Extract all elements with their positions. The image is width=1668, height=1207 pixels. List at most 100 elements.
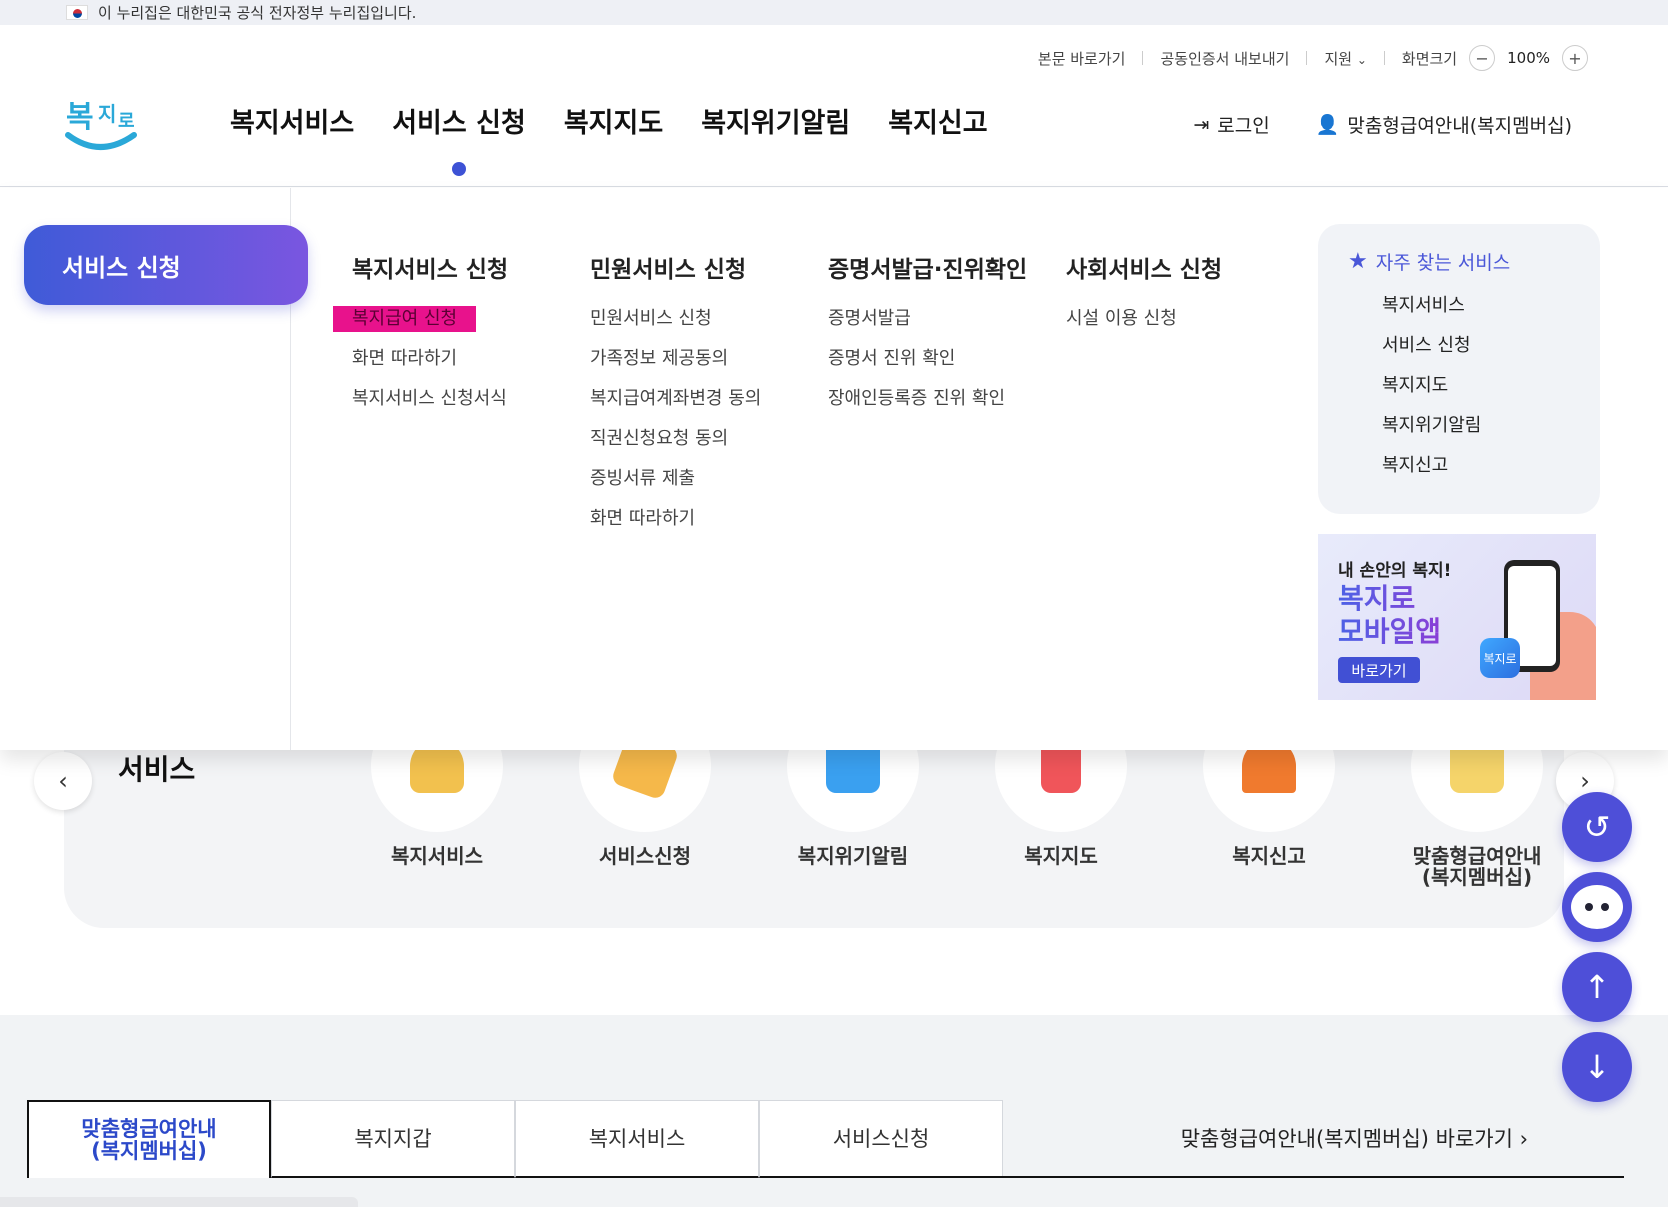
user-plus-icon: 👤 xyxy=(1315,114,1340,136)
recent-history-button[interactable]: ↺ xyxy=(1562,792,1632,862)
gnb-welfare-map[interactable]: 복지지도 xyxy=(564,101,663,140)
menu-column-title[interactable]: 민원서비스 신청 xyxy=(590,250,761,284)
login-label: 로그인 xyxy=(1217,115,1270,137)
favorite-link[interactable]: 복지서비스 xyxy=(1348,291,1600,331)
scroll-top-button[interactable]: ↑ xyxy=(1562,952,1632,1022)
divider xyxy=(1002,1176,1624,1178)
divider xyxy=(1383,51,1385,65)
menu-column-social-service: 사회서비스 신청 시설 이용 신청 xyxy=(1066,250,1222,346)
membership-shortcut-link[interactable]: 맞춤형급여안내(복지멤버십) 바로가기 › xyxy=(1181,1123,1528,1153)
svg-text:로: 로 xyxy=(118,111,135,132)
banner-go-button[interactable]: 바로가기 xyxy=(1338,657,1420,683)
banner-title: 복지로 모바일앱 xyxy=(1338,582,1441,648)
quick-item-label: 복지신고 xyxy=(1232,844,1306,868)
status-bar xyxy=(0,1197,358,1207)
cert-export-link[interactable]: 공동인증서 내보내기 xyxy=(1160,48,1289,69)
svg-text:지: 지 xyxy=(98,102,116,126)
banner-subtitle: 내 손안의 복지! xyxy=(1338,561,1452,581)
support-label: 지원 xyxy=(1324,49,1353,68)
menu-column-welfare-apply: 복지서비스 신청 복지급여 신청 화면 따라하기 복지서비스 신청서식 xyxy=(333,250,508,426)
banner-title-line: 모바일앱 xyxy=(1338,615,1442,648)
menu-column-title[interactable]: 복지서비스 신청 xyxy=(352,250,508,284)
menu-link[interactable]: 직권신청요청 동의 xyxy=(590,426,761,466)
quick-service-title: 서비스 xyxy=(118,753,196,786)
category-service-apply[interactable]: 서비스 신청 xyxy=(24,225,308,305)
favorite-link[interactable]: 복지위기알림 xyxy=(1348,411,1600,451)
login-icon: ⇥ xyxy=(1193,113,1210,136)
favorite-services-title: ★ 자주 찾는 서비스 xyxy=(1348,248,1600,275)
skip-to-content-link[interactable]: 본문 바로가기 xyxy=(1038,48,1126,69)
menu-link[interactable]: 화면 따라하기 xyxy=(352,346,508,386)
login-button[interactable]: ⇥ 로그인 xyxy=(1193,111,1269,138)
gnb-welfare-service[interactable]: 복지서비스 xyxy=(230,101,354,140)
menu-link-label: 복지급여 신청 xyxy=(333,306,477,332)
menu-column-title[interactable]: 증명서발급·진위확인 xyxy=(828,250,1027,284)
menu-link[interactable]: 시설 이용 신청 xyxy=(1066,306,1222,346)
membership-label: 맞춤형급여안내(복지멤버십) xyxy=(1347,115,1572,137)
global-nav: 복지서비스 서비스 신청 복지지도 복지위기알림 복지신고 xyxy=(230,101,988,176)
bokjiro-logo[interactable]: 복 지 로 xyxy=(62,85,140,157)
divider xyxy=(1306,51,1308,65)
divider xyxy=(1142,51,1144,65)
menu-link[interactable]: 복지급여계좌변경 동의 xyxy=(590,386,761,426)
arrow-down-icon: ↓ xyxy=(1583,1048,1611,1086)
chevron-down-icon: ⌄ xyxy=(1356,52,1367,67)
quick-item-label: 복지서비스 xyxy=(391,844,483,868)
favorite-link[interactable]: 서비스 신청 xyxy=(1348,331,1600,371)
membership-button[interactable]: 👤 맞춤형급여안내(복지멤버십) xyxy=(1316,111,1572,138)
zoom-out-button[interactable]: − xyxy=(1469,45,1496,71)
mega-menu: 서비스 신청 복지서비스 신청 복지급여 신청 화면 따라하기 복지서비스 신청… xyxy=(0,188,1668,750)
gov-banner: 이 누리집은 대한민국 공식 전자정부 누리집입니다. xyxy=(0,0,1668,25)
utility-bar: 본문 바로가기 공동인증서 내보내기 지원 ⌄ 화면크기 − 100% + xyxy=(1038,45,1588,71)
menu-link[interactable]: 민원서비스 신청 xyxy=(590,306,761,346)
site-header: 본문 바로가기 공동인증서 내보내기 지원 ⌄ 화면크기 − 100% + 복 … xyxy=(0,25,1668,187)
quick-item-label: 맞춤형급여안내 (복지멤버십) xyxy=(1412,844,1542,889)
favorite-link[interactable]: 복지지도 xyxy=(1348,371,1600,411)
chatbot-icon xyxy=(1571,885,1623,929)
arrow-up-icon: ↑ xyxy=(1583,968,1611,1006)
quick-item-label: 복지위기알림 xyxy=(797,844,909,868)
member-menu: ⇥ 로그인 👤 맞춤형급여안내(복지멤버십) xyxy=(1193,111,1572,138)
mobile-app-banner[interactable]: 내 손안의 복지! 복지로 모바일앱 바로가기 복지로 xyxy=(1318,534,1596,700)
menu-link[interactable]: 장애인등록증 진위 확인 xyxy=(828,386,1027,426)
history-icon: ↺ xyxy=(1583,808,1611,846)
menu-column-title[interactable]: 사회서비스 신청 xyxy=(1066,250,1222,284)
tab-welfare-wallet[interactable]: 복지지갑 xyxy=(271,1100,515,1178)
menu-link[interactable]: 화면 따라하기 xyxy=(590,506,761,546)
gov-banner-text: 이 누리집은 대한민국 공식 전자정부 누리집입니다. xyxy=(98,4,417,22)
tab-welfare-service[interactable]: 복지서비스 xyxy=(515,1100,759,1178)
app-icon: 복지로 xyxy=(1480,638,1520,678)
star-icon: ★ xyxy=(1348,249,1368,274)
chevron-right-icon: › xyxy=(1580,767,1590,795)
gnb-crisis-alert[interactable]: 복지위기알림 xyxy=(701,101,850,140)
menu-link[interactable]: 증빙서류 제출 xyxy=(590,466,761,506)
menu-link[interactable]: 증명서 진위 확인 xyxy=(828,346,1027,386)
carousel-prev-button[interactable]: ‹ xyxy=(34,752,92,810)
tab-membership[interactable]: 맞춤형급여안내 (복지멤버십) xyxy=(27,1100,271,1178)
zoom-value: 100% xyxy=(1507,49,1550,67)
quick-item-label: 서비스신청 xyxy=(599,844,691,868)
korea-flag-icon xyxy=(66,5,88,20)
favorite-title-label: 자주 찾는 서비스 xyxy=(1375,252,1511,274)
zoom-label: 화면크기 xyxy=(1401,49,1458,68)
menu-column-civil-apply: 민원서비스 신청 민원서비스 신청 가족정보 제공동의 복지급여계좌변경 동의 … xyxy=(590,250,761,546)
favorite-link[interactable]: 복지신고 xyxy=(1348,451,1600,491)
tab-list: 맞춤형급여안내 (복지멤버십) 복지지갑 복지서비스 서비스신청 xyxy=(27,1100,1003,1178)
gnb-service-apply[interactable]: 서비스 신청 xyxy=(392,101,526,176)
menu-link[interactable]: 복지급여 신청 xyxy=(333,306,508,346)
support-dropdown[interactable]: 지원 ⌄ xyxy=(1324,48,1366,69)
zoom-in-button[interactable]: + xyxy=(1562,45,1588,71)
chatbot-button[interactable] xyxy=(1562,872,1632,942)
quick-item-label: 복지지도 xyxy=(1024,844,1098,868)
banner-title-line: 복지로 xyxy=(1338,582,1416,615)
scroll-down-button[interactable]: ↓ xyxy=(1562,1032,1632,1102)
logo-icon: 복 지 로 xyxy=(65,100,137,150)
menu-column-certificate: 증명서발급·진위확인 증명서발급 증명서 진위 확인 장애인등록증 진위 확인 xyxy=(828,250,1027,426)
menu-link[interactable]: 가족정보 제공동의 xyxy=(590,346,761,386)
svg-text:복: 복 xyxy=(66,100,94,135)
favorite-services-panel: ★ 자주 찾는 서비스 복지서비스 서비스 신청 복지지도 복지위기알림 복지신… xyxy=(1318,224,1600,514)
menu-link[interactable]: 증명서발급 xyxy=(828,306,1027,346)
tab-service-apply[interactable]: 서비스신청 xyxy=(759,1100,1003,1178)
gnb-welfare-report[interactable]: 복지신고 xyxy=(888,101,987,140)
menu-link[interactable]: 복지서비스 신청서식 xyxy=(352,386,508,426)
